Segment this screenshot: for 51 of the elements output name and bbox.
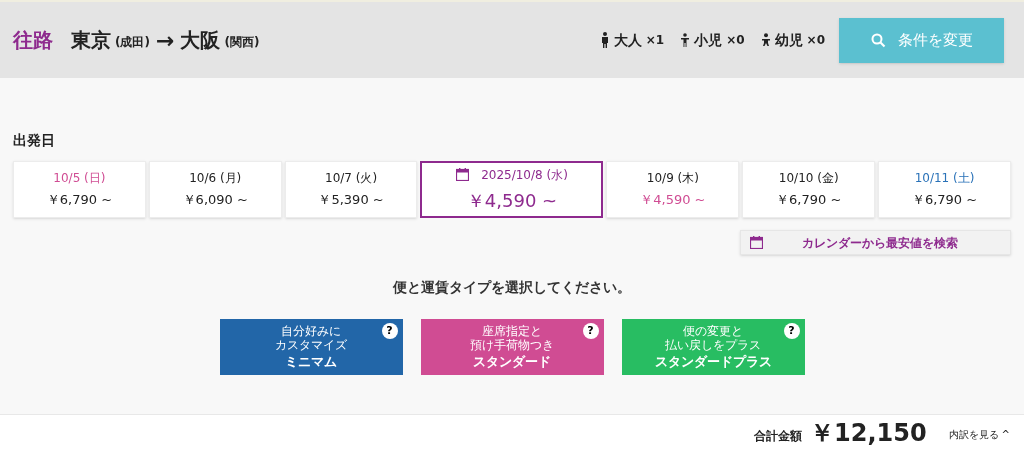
passenger-count: ×0 — [726, 32, 745, 49]
date-label: 10/6 (月) — [189, 170, 242, 188]
date-tab[interactable]: 10/5 (日) ￥6,790 ~ — [13, 161, 146, 218]
price-label: ￥6,790 ~ — [46, 191, 113, 210]
instruction-text: 便と運賃タイプを選択してください。 — [393, 278, 631, 297]
total-label: 合計金額 — [754, 428, 802, 445]
adult-icon — [599, 32, 610, 48]
price-label: ￥6,790 ~ — [911, 191, 978, 210]
fare-type-button[interactable]: 便の変更と 払い戻しをプラス スタンダードプラス ? — [621, 319, 805, 375]
passenger-count: ×1 — [645, 32, 665, 49]
origin-city: 東京 — [71, 27, 111, 54]
price-label: ￥4,590 ~ — [640, 191, 706, 210]
help-badge[interactable]: ? — [381, 323, 398, 339]
child-icon — [680, 33, 691, 47]
price-label: ￥5,390 ~ — [318, 191, 384, 210]
date-label: 10/5 (日) — [53, 170, 106, 188]
route-arrow: → — [155, 26, 175, 55]
section-heading: 出発日 — [13, 131, 55, 150]
price-label: ￥6,090 ~ — [182, 191, 248, 210]
search-icon — [870, 32, 886, 48]
date-label: 10/11 (土) — [914, 170, 975, 188]
date-tab[interactable]: 2025/10/8 (水) ￥4,590 ~ — [420, 161, 604, 218]
date-tab[interactable]: 10/11 (土) ￥6,790 ~ — [878, 161, 1011, 218]
date-tab[interactable]: 10/9 (木) ￥4,590 ~ — [606, 161, 740, 218]
passenger-label: 大人 — [613, 30, 642, 50]
passenger-count: ×0 — [806, 32, 825, 49]
price-label: ￥4,590 ~ — [466, 188, 558, 213]
calendar-icon — [750, 236, 763, 249]
passenger-label: 小児 — [694, 30, 723, 50]
fare-type-button[interactable]: 座席指定と 預け手荷物つき スタンダード ? — [420, 319, 604, 375]
destination-airport: (関西) — [224, 34, 260, 51]
destination-city: 大阪 — [180, 27, 221, 54]
date-tab[interactable]: 10/6 (月) ￥6,090 ~ — [148, 161, 282, 218]
date-label: 10/7 (火) — [325, 170, 378, 188]
date-label: 2025/10/8 (水) — [481, 166, 568, 184]
price-label: ￥6,790 ~ — [776, 191, 842, 210]
passenger-label: 幼児 — [774, 30, 803, 50]
calendar-icon — [456, 168, 470, 181]
total-price: ￥12,150 — [810, 418, 927, 449]
infant-icon — [760, 33, 771, 47]
date-tab[interactable]: 10/7 (火) ￥5,390 ~ — [284, 161, 418, 218]
calendar-search-button[interactable]: カレンダーから最安値を検索 — [740, 230, 1011, 255]
details-link[interactable]: 内訳を見る ^ — [948, 426, 1010, 442]
date-label: 10/10 (金) — [778, 170, 839, 188]
date-label: 10/9 (木) — [646, 170, 699, 188]
help-badge[interactable]: ? — [783, 323, 800, 339]
date-tab[interactable]: 10/10 (金) ￥6,790 ~ — [742, 161, 876, 218]
origin-airport: (成田) — [115, 34, 150, 51]
fare-type-button[interactable]: 自分好みに カスタマイズ ミニマム ? — [219, 319, 403, 375]
help-badge[interactable]: ? — [582, 323, 599, 339]
direction-label: 往路 — [13, 27, 53, 54]
